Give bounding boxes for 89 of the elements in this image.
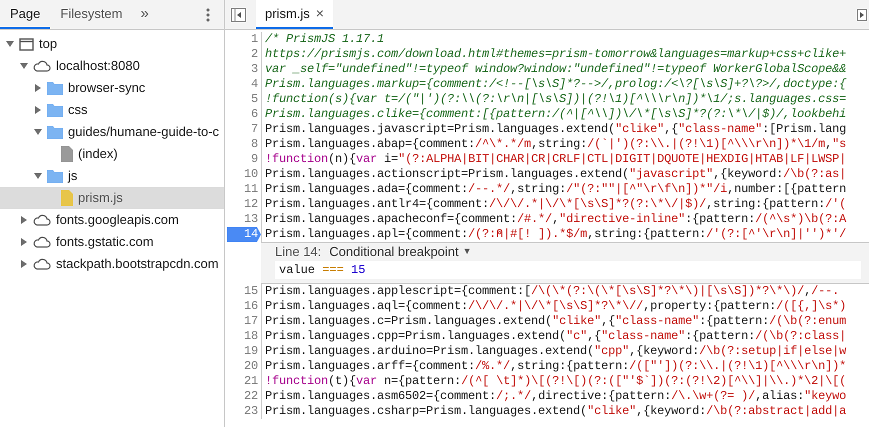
more-options-icon[interactable]	[206, 8, 210, 22]
code-line: !function(n){var i="(?:ALPHA|BIT|CHAR|CR|CRLF|CTL|DIGIT|DQUOTE|HEXDIG|HTAB|LF|LWSP|	[264, 152, 846, 167]
code-line: !function(s){var t=/("|')(?:\\(?:\r\n|[\s\S])|(?!\1)[^\\\r\n])*\1/;s.languages.css=	[264, 92, 846, 107]
toggle-debugger-icon[interactable]	[857, 8, 867, 20]
expanded-triangle-icon[interactable]	[6, 40, 14, 48]
code-line: Prism.languages.applescript={comment:[/\(\*(?:\(\*[\s\S]*?\*\)|[\s\S])*?\*\)/,/--.	[264, 284, 840, 299]
code-line: Prism.languages.c=Prism.languages.extend("clike",{"class-name":{pattern:/(\b(?:enum	[264, 314, 846, 329]
cloud-icon	[33, 214, 51, 226]
tree-item[interactable]: (index)	[0, 143, 224, 165]
code-line: Prism.languages.javascript=Prism.languages.extend("clike",{"class-name":[Prism.lang	[264, 122, 846, 137]
line-number[interactable]: 7	[250, 122, 261, 137]
line-number[interactable]: 15	[244, 284, 261, 299]
code-line: /* PrismJS 1.17.1	[264, 32, 384, 47]
close-tab-button[interactable]: ×	[316, 3, 324, 24]
line-number[interactable]: 5	[250, 92, 261, 107]
tree-item[interactable]: guides/humane-guide-to-c	[0, 121, 224, 143]
cloud-icon	[33, 236, 51, 248]
more-tabs-button[interactable]: »	[132, 0, 157, 29]
code-line: Prism.languages.clike={comment:[{pattern:/(^|[^\\])\/\*[\s\S]*?(?:\*\/|$)/,lookbehi	[264, 107, 846, 122]
collapsed-triangle-icon[interactable]	[20, 216, 28, 224]
code-line: Prism.languages.actionscript=Prism.languages.extend("javascript",{keyword:/\b(?:as|	[264, 167, 846, 182]
tree-item[interactable]: top	[0, 33, 224, 55]
tree-item[interactable]: prism.js	[0, 187, 224, 209]
expanded-triangle-icon[interactable]	[34, 128, 42, 136]
toggle-navigator-icon[interactable]	[231, 8, 246, 22]
line-number[interactable]: 1	[250, 32, 261, 47]
line-number[interactable]: 2	[250, 47, 261, 62]
line-number[interactable]: 16	[244, 299, 261, 314]
code-line: Prism.languages.abap={comment:/^\*.*/m,string:/(`|')(?:\\.|(?!\1)[^\\\r\n])*\1/m,"s	[264, 137, 846, 152]
script-file-icon	[61, 190, 73, 206]
code-line: Prism.languages.arff={comment:/%.*/,string:{pattern:/(["'])(?:\\.|(?!\1)[^\\\r\n])*	[264, 359, 846, 374]
line-number[interactable]: 14	[227, 227, 261, 242]
code-line: https://prismjs.com/download.html#themes=prism-tomorrow&languages=markup+css+clike+	[264, 47, 846, 62]
code-line: Prism.languages.arduino=Prism.languages.extend("cpp",{keyword:/\b(?:setup|if|else|w	[264, 344, 846, 359]
cloud-icon	[33, 258, 51, 270]
file-tab[interactable]: prism.js ×	[256, 0, 333, 29]
line-number[interactable]: 18	[244, 329, 261, 344]
code-line: !function(t){var n={pattern:/(^[ \t]*)\[(?!\[)(?:(["'$`])(?:(?!\2)[^\\]|\\.)*\2|\[(	[264, 374, 846, 389]
folder-icon	[47, 169, 63, 183]
breakpoint-type-dropdown[interactable]: Conditional breakpoint ▼	[329, 242, 472, 262]
folder-icon	[47, 81, 63, 95]
code-line: Prism.languages.cpp=Prism.languages.extend("c",{"class-name":{pattern:/(\b(?:class|	[264, 329, 846, 344]
breakpoint-line-label: Line 14:	[275, 243, 322, 262]
line-number[interactable]: 4	[250, 77, 261, 92]
code-line: Prism.languages.antlr4={comment:/\/\/.*|\/\*[\s\S]*?(?:\*\/|$)/,string:{pattern:/'(	[264, 197, 846, 212]
line-number[interactable]: 11	[244, 182, 261, 197]
line-number[interactable]: 9	[250, 152, 261, 167]
file-icon	[61, 146, 73, 162]
line-number[interactable]: 20	[244, 359, 261, 374]
tree-item[interactable]: js	[0, 165, 224, 187]
expanded-triangle-icon[interactable]	[34, 172, 42, 180]
collapsed-triangle-icon[interactable]	[34, 84, 42, 92]
tree-item[interactable]: fonts.googleapis.com	[0, 209, 224, 231]
tree-item[interactable]: css	[0, 99, 224, 121]
collapsed-triangle-icon[interactable]	[20, 238, 28, 246]
file-tab-label[interactable]: prism.js	[265, 4, 310, 24]
line-number[interactable]: 6	[250, 107, 261, 122]
collapsed-triangle-icon[interactable]	[34, 106, 42, 114]
tree-item[interactable]: stackpath.bootstrapcdn.com	[0, 253, 224, 275]
code-line: Prism.languages.ada={comment:/--.*/,string:/"(?:""|[^"\r\f\n])*"/i,number:[{pattern	[264, 182, 846, 197]
tree-item[interactable]: localhost:8080	[0, 55, 224, 77]
condition-field[interactable]: value === 15	[275, 261, 861, 279]
line-number[interactable]: 10	[244, 167, 261, 182]
cloud-icon	[33, 60, 51, 72]
line-number[interactable]: 3	[250, 62, 261, 77]
code-line: Prism.languages.asm6502={comment:/;.*/,directive:{pattern:/\.\w+(?= )/,alias:"keywo	[264, 389, 846, 404]
line-number[interactable]: 21	[244, 374, 261, 389]
code-line: Prism.languages.aql={comment:/\/\/.*|\/\*[\s\S]*?\*\//,property:{pattern:/([{,]\s*)	[264, 299, 846, 314]
navigator-tab[interactable]: Page	[0, 0, 50, 29]
expanded-triangle-icon[interactable]	[20, 62, 28, 70]
line-number[interactable]: 23	[244, 404, 261, 419]
line-number[interactable]: 13	[244, 212, 261, 227]
code-line: Prism.languages.apacheconf={comment:/#.*/,"directive-inline":{pattern:/(^\s*)\b(?:A	[264, 212, 846, 227]
code-line: Prism.languages.csharp=Prism.languages.extend("clike",{keyword:/\b(?:abstract|add|a	[264, 404, 846, 419]
line-number[interactable]: 8	[250, 137, 261, 152]
collapsed-triangle-icon[interactable]	[20, 260, 28, 268]
code-line: var _self="undefined"!=typeof window?window:"undefined"!=typeof WorkerGlobalScope&&	[264, 62, 846, 77]
code-line: Prism.languages.apl={comment:/(?:⍝|#[! ]).*$/m,string:{pattern:/'(?:[^'\r\n]|'')*'/	[264, 227, 846, 242]
line-number[interactable]: 12	[244, 197, 261, 212]
tree-item[interactable]: fonts.gstatic.com	[0, 231, 224, 253]
tree-item[interactable]: browser-sync	[0, 77, 224, 99]
code-line: Prism.languages.markup={comment:/<!--[\s\S]*?-->/,prolog:/<\?[\s\S]+?\?>/,doctype:{	[264, 77, 846, 92]
folder-icon	[47, 103, 63, 117]
line-number[interactable]: 22	[244, 389, 261, 404]
navigator-tab[interactable]: Filesystem	[50, 0, 132, 29]
window-icon	[19, 38, 34, 50]
line-number[interactable]: 19	[244, 344, 261, 359]
folder-icon	[47, 125, 63, 139]
line-number[interactable]: 17	[244, 314, 261, 329]
